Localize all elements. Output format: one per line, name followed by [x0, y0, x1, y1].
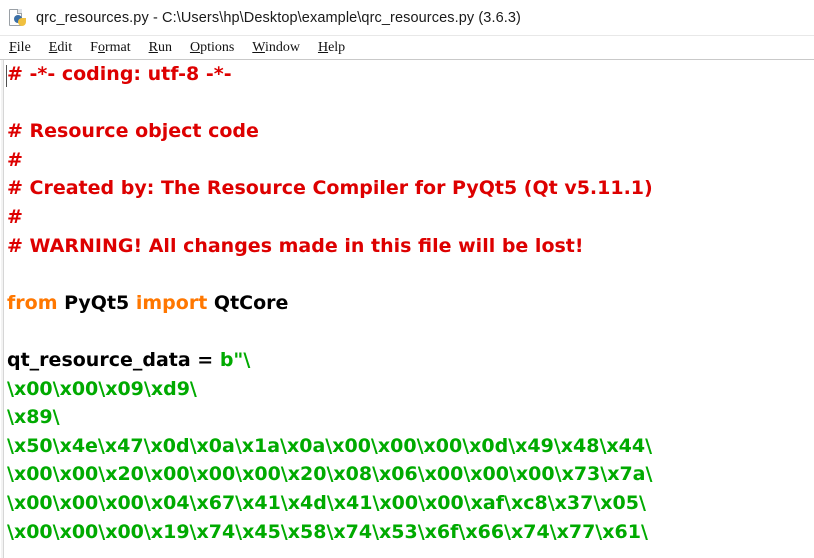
code-token-comment: # WARNING! All changes made in this file…	[7, 234, 584, 257]
code-line: from PyQt5 import QtCore	[7, 289, 814, 318]
menu-help-rest: elp	[328, 39, 346, 55]
code-token-string: \x89\	[7, 406, 60, 429]
code-token-string: \x00\x00\x00\x19\x74\x45\x58\x74\x53\x6f…	[7, 520, 648, 543]
menu-options-rest: ptions	[200, 39, 235, 55]
menu-file[interactable]: File	[9, 40, 40, 56]
code-line: # Created by: The Resource Compiler for …	[7, 174, 814, 203]
code-token-identifier: qt_resource_data =	[7, 348, 220, 371]
document-fold	[17, 8, 22, 14]
menu-file-accel: F	[9, 39, 17, 55]
code-line: \x00\x00\x20\x00\x00\x00\x20\x08\x06\x00…	[7, 460, 814, 489]
menu-bar[interactable]: File Edit Format Run Options Window Help	[0, 36, 814, 60]
code-line: \x00\x00\x00\x04\x67\x41\x4d\x41\x00\x00…	[7, 489, 814, 518]
menu-file-rest: ile	[16, 39, 31, 55]
code-line: #	[7, 146, 814, 175]
code-line: # -*- coding: utf-8 -*-	[7, 60, 814, 89]
code-token-keyword: from	[7, 291, 58, 314]
code-line: \x50\x4e\x47\x0d\x0a\x1a\x0a\x00\x00\x00…	[7, 432, 814, 461]
source-code[interactable]: # -*- coding: utf-8 -*- # Resource objec…	[7, 60, 814, 558]
code-token-string: \x00\x00\x00\x04\x67\x41\x4d\x41\x00\x00…	[7, 491, 646, 514]
menu-run-accel: R	[148, 39, 158, 55]
code-token-keyword: import	[135, 291, 208, 314]
menu-options[interactable]: Options	[190, 40, 243, 56]
code-token-string: \x00\x00\x20\x00\x00\x00\x20\x08\x06\x00…	[7, 463, 653, 486]
code-line: # Resource object code	[7, 117, 814, 146]
code-line: #	[7, 203, 814, 232]
code-line: qt_resource_data = b"\	[7, 346, 814, 375]
menu-edit-rest: dit	[57, 39, 73, 55]
code-token-comment: # Resource object code	[7, 120, 259, 143]
menu-help-accel: H	[317, 39, 329, 55]
menu-format-accel: o	[97, 39, 105, 55]
editor-left-margin	[1, 60, 4, 558]
code-line: \x00\x00\x00\x19\x74\x45\x58\x74\x53\x6f…	[7, 518, 814, 547]
code-token-string: b"\	[219, 348, 251, 371]
menu-format[interactable]: Format	[90, 40, 139, 56]
code-line: # WARNING! All changes made in this file…	[7, 232, 814, 261]
code-token-comment: # Created by: The Resource Compiler for …	[7, 177, 653, 200]
code-token-comment: #	[7, 205, 23, 228]
title-bar: qrc_resources.py - C:\Users\hp\Desktop\e…	[0, 0, 814, 36]
code-token-comment: #	[7, 148, 23, 171]
menu-help[interactable]: Help	[318, 40, 354, 56]
window-title: qrc_resources.py - C:\Users\hp\Desktop\e…	[36, 9, 521, 26]
idle-editor-window: qrc_resources.py - C:\Users\hp\Desktop\e…	[0, 0, 814, 558]
menu-window[interactable]: Window	[252, 40, 309, 56]
menu-window-rest: indow	[264, 39, 300, 55]
menu-run[interactable]: Run	[149, 40, 181, 56]
menu-edit[interactable]: Edit	[49, 40, 81, 56]
code-token-string: \x50\x4e\x47\x0d\x0a\x1a\x0a\x00\x00\x00…	[7, 434, 653, 457]
code-editor-area[interactable]: # -*- coding: utf-8 -*- # Resource objec…	[0, 60, 814, 558]
menu-format-rest: rmat	[104, 39, 131, 55]
code-token-comment: # -*- coding: utf-8 -*-	[7, 63, 232, 85]
menu-window-accel: W	[252, 39, 265, 55]
python-logo-yellow	[18, 17, 26, 26]
code-line: \x00\x00\x09\xd9\	[7, 375, 814, 404]
menu-run-rest: un	[157, 39, 172, 55]
menu-format-pre: F	[90, 39, 98, 55]
code-token-string: \x00\x00\x09\xd9\	[7, 377, 197, 400]
python-file-icon	[8, 8, 28, 28]
menu-options-accel: O	[189, 39, 201, 55]
code-token-identifier: QtCore	[213, 291, 289, 314]
code-token-identifier: PyQt5	[64, 291, 130, 314]
code-line: \x89\	[7, 403, 814, 432]
